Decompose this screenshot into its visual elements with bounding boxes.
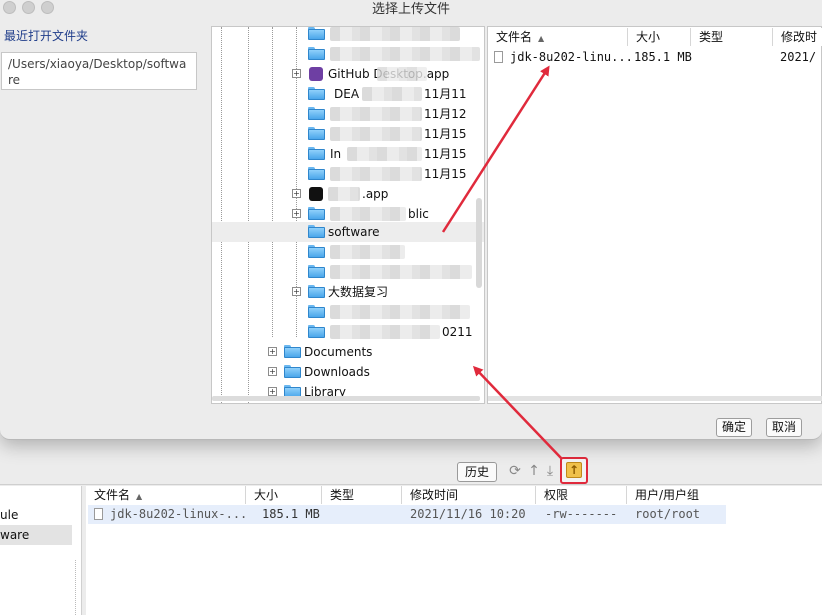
bg-column-permission[interactable]: 权限 bbox=[536, 486, 627, 504]
bg-row-size: 185.1 MB bbox=[262, 507, 320, 521]
tree-label: 11月12 bbox=[424, 107, 467, 121]
history-button[interactable]: 历史 bbox=[457, 462, 497, 482]
upload-button[interactable]: ↑ bbox=[560, 457, 588, 484]
refresh-icon[interactable]: ⟳ bbox=[507, 462, 523, 480]
tree-item-software[interactable]: software bbox=[212, 222, 484, 242]
column-name[interactable]: 文件名 ▲ bbox=[488, 28, 628, 46]
expand-icon[interactable]: + bbox=[292, 69, 301, 78]
recent-folders-label[interactable]: 最近打开文件夹 bbox=[4, 27, 88, 44]
bg-row-file-icon bbox=[94, 505, 109, 524]
background-toolbar bbox=[0, 455, 822, 485]
background-left-scrollbar[interactable] bbox=[75, 560, 81, 615]
expand-icon[interactable]: + bbox=[268, 347, 277, 356]
bg-row-modified: 2021/11/16 10:20 bbox=[410, 507, 526, 521]
tree-label: blic bbox=[408, 207, 429, 221]
tree-item[interactable]: + blic bbox=[212, 204, 484, 224]
tree-item-downloads[interactable]: + Downloads bbox=[212, 362, 484, 382]
recent-folder-path[interactable]: /Users/xiaoya/Desktop/software bbox=[1, 52, 197, 90]
tree-horizontal-scrollbar[interactable] bbox=[212, 396, 480, 401]
arrow-up-icon[interactable]: ↑ bbox=[526, 462, 542, 480]
bg-row-owner: root/root bbox=[635, 507, 701, 521]
dialog-title-bar: 选择上传文件 bbox=[0, 0, 822, 17]
file-row-size: 185.1 MB bbox=[634, 50, 692, 64]
expand-icon[interactable]: + bbox=[292, 189, 301, 198]
tree-item-github-desktop[interactable]: + GitHub Desktop.app bbox=[212, 64, 484, 84]
tree-item[interactable]: 11月15 bbox=[212, 124, 484, 144]
tree-vertical-scrollbar[interactable] bbox=[476, 198, 482, 288]
tree-label: DEA bbox=[334, 87, 360, 101]
tree-label: 11月15 bbox=[424, 167, 467, 181]
dialog-title: 选择上传文件 bbox=[371, 2, 450, 17]
background-left-item-selected[interactable]: ware bbox=[0, 525, 72, 545]
tree-label: 大数据复习 bbox=[328, 285, 389, 299]
tree-label: 11月15 bbox=[424, 147, 467, 161]
upload-icon: ↑ bbox=[566, 462, 582, 478]
tree-label: 11月11 bbox=[424, 87, 467, 101]
bg-column-modified[interactable]: 修改时间 bbox=[402, 486, 536, 504]
expand-icon[interactable]: + bbox=[292, 287, 301, 296]
tree-label: 11月15 bbox=[424, 127, 467, 141]
bg-column-owner[interactable]: 用户/用户组 bbox=[627, 486, 822, 504]
tree-label: In bbox=[330, 147, 342, 161]
file-list-panel[interactable] bbox=[487, 26, 822, 404]
column-modified[interactable]: 修改时 bbox=[773, 28, 822, 46]
app-icon bbox=[309, 187, 323, 201]
cancel-button[interactable]: 取消 bbox=[766, 418, 802, 437]
file-icon bbox=[494, 48, 509, 66]
tree-label: .app bbox=[362, 187, 389, 201]
bg-row-name: jdk-8u202-linux-... bbox=[110, 507, 248, 521]
tree-item[interactable] bbox=[212, 262, 484, 282]
bg-row-permission: -rw------- bbox=[545, 507, 618, 521]
tree-item[interactable]: + .app bbox=[212, 184, 484, 204]
tree-item[interactable]: In 11月15 bbox=[212, 144, 484, 164]
tree-item[interactable]: 0211 bbox=[212, 322, 484, 342]
bg-column-type[interactable]: 类型 bbox=[322, 486, 402, 504]
tree-item[interactable] bbox=[212, 27, 484, 44]
tree-item[interactable] bbox=[212, 242, 484, 262]
tree-item-big-data-review[interactable]: + 大数据复习 bbox=[212, 282, 484, 302]
directory-tree[interactable]: + GitHub Desktop.app DEA 11月11 11月12 11月… bbox=[211, 26, 485, 404]
tree-label: software bbox=[328, 225, 380, 239]
tree-item[interactable] bbox=[212, 302, 484, 322]
tree-label: Documents bbox=[304, 345, 373, 359]
expand-icon[interactable]: + bbox=[292, 209, 301, 218]
upload-file-dialog: 选择上传文件 最近打开文件夹 /Users/xiaoya/Desktop/sof… bbox=[0, 0, 822, 440]
tree-label: 0211 bbox=[442, 325, 473, 339]
tree-item[interactable]: DEA 11月11 bbox=[212, 84, 484, 104]
tree-item-documents[interactable]: + Documents bbox=[212, 342, 484, 362]
expand-icon[interactable]: + bbox=[268, 367, 277, 376]
tree-item[interactable] bbox=[212, 44, 484, 64]
column-size[interactable]: 大小 bbox=[628, 28, 691, 46]
file-row-modified: 2021/ bbox=[780, 50, 817, 64]
tree-item[interactable]: 11月15 bbox=[212, 164, 484, 184]
github-desktop-icon bbox=[309, 67, 323, 81]
file-list-horizontal-scrollbar[interactable] bbox=[488, 396, 822, 401]
ok-button[interactable]: 确定 bbox=[716, 418, 752, 437]
tree-item[interactable]: 11月12 bbox=[212, 104, 484, 124]
expand-icon[interactable]: + bbox=[268, 387, 277, 396]
background-left-item[interactable]: ule bbox=[0, 505, 72, 525]
bg-column-size[interactable]: 大小 bbox=[246, 486, 322, 504]
column-type[interactable]: 类型 bbox=[691, 28, 773, 46]
bg-column-name[interactable]: 文件名 ▲ bbox=[86, 486, 246, 504]
file-row-name[interactable]: jdk-8u202-linu... bbox=[510, 48, 633, 66]
download-icon[interactable]: ⤓ bbox=[542, 462, 558, 480]
tree-label: Downloads bbox=[304, 365, 370, 379]
